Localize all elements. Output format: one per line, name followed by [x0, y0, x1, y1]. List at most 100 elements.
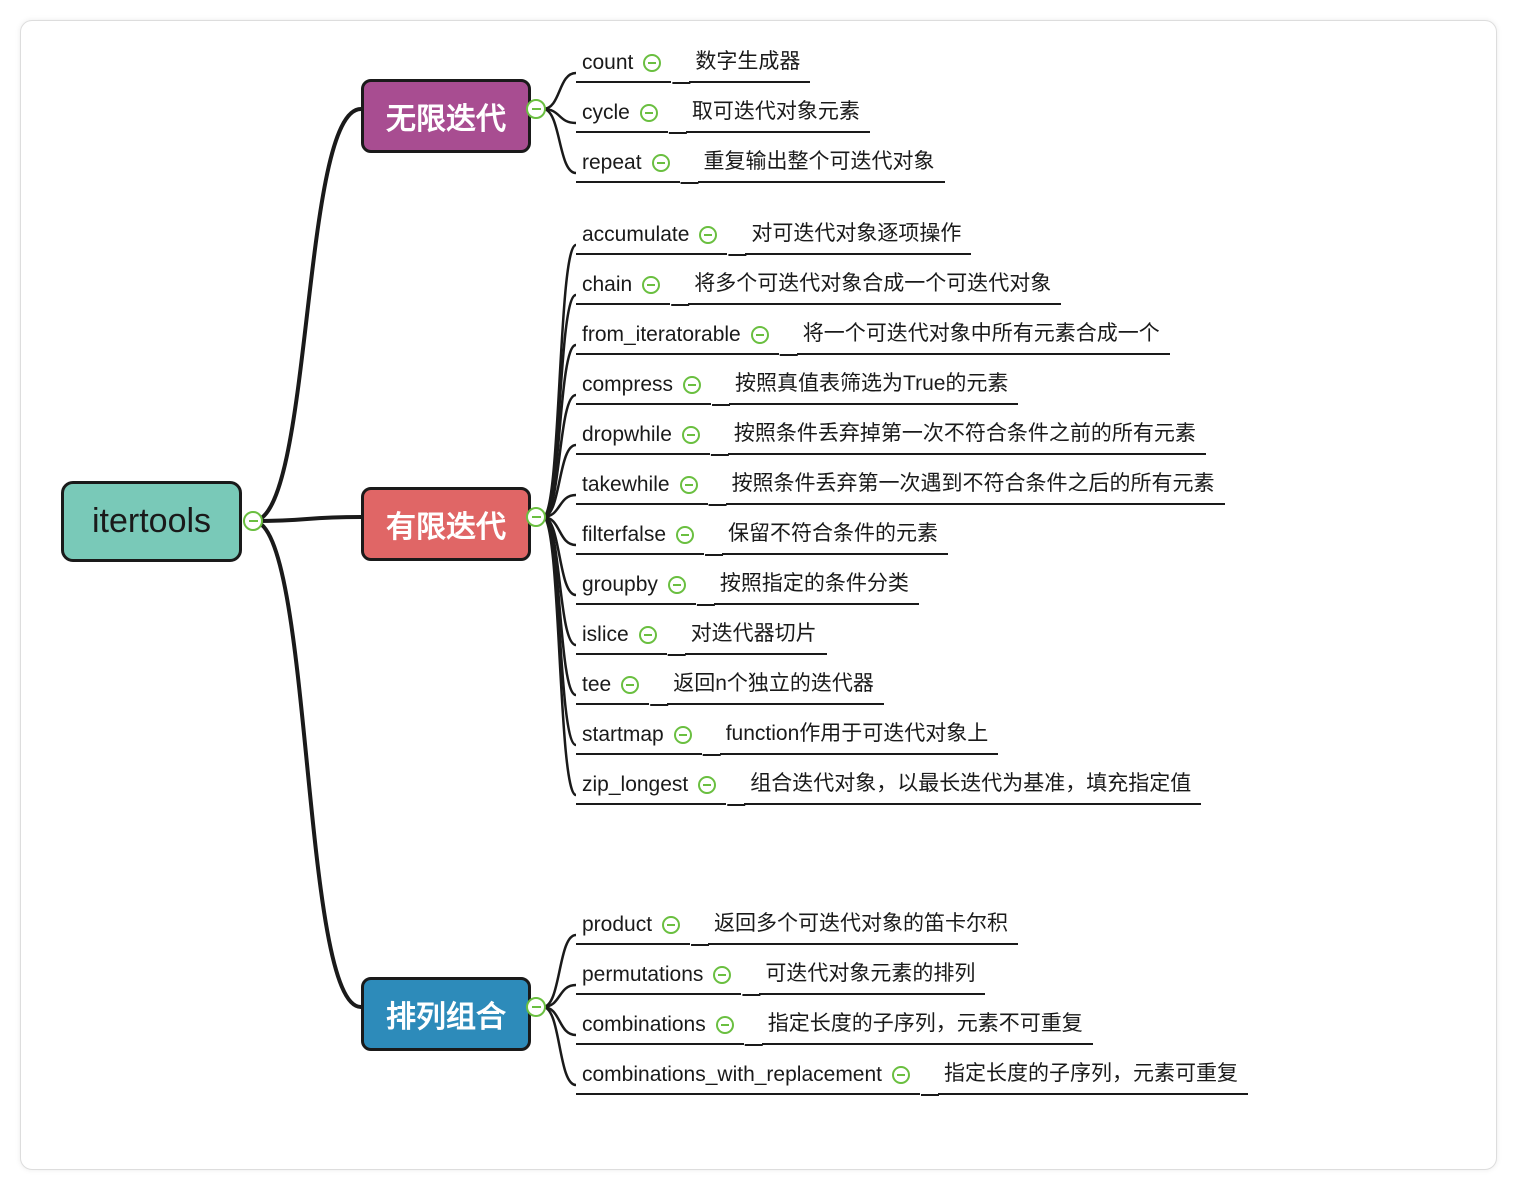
collapse-icon[interactable]: [698, 776, 716, 794]
collapse-icon[interactable]: [526, 507, 546, 527]
leaf-desc[interactable]: 按照真值表筛选为True的元素: [729, 361, 1018, 405]
leaf-desc[interactable]: 按照条件丢弃第一次遇到不符合条件之后的所有元素: [726, 461, 1225, 505]
leaf-name-label: product: [582, 913, 652, 937]
leaf-desc[interactable]: 取可迭代对象元素: [686, 89, 870, 133]
leaf-desc-label: 组合迭代对象，以最长迭代为基准，填充指定值: [750, 767, 1191, 797]
leaf-name[interactable]: zip_longest: [576, 767, 726, 805]
leaf-desc-label: 对可迭代对象逐项操作: [751, 217, 961, 247]
leaf-name-label: combinations: [582, 1013, 706, 1037]
collapse-icon[interactable]: [683, 376, 701, 394]
leaf-desc-label: 按照条件丢弃第一次遇到不符合条件之后的所有元素: [732, 467, 1215, 497]
collapse-icon[interactable]: [621, 676, 639, 694]
collapse-icon[interactable]: [713, 966, 731, 984]
leaf-name[interactable]: repeat: [576, 145, 680, 183]
collapse-icon[interactable]: [676, 526, 694, 544]
leaf-desc[interactable]: 保留不符合条件的元素: [722, 511, 948, 555]
collapse-icon[interactable]: [682, 426, 700, 444]
leaf-name-label: groupby: [582, 573, 658, 597]
leaf-desc-label: 取可迭代对象元素: [692, 95, 860, 125]
leaf-name[interactable]: islice: [576, 617, 667, 655]
leaf-desc[interactable]: 数字生成器: [689, 39, 810, 83]
leaf-desc[interactable]: 按照指定的条件分类: [714, 561, 919, 605]
collapse-icon[interactable]: [640, 104, 658, 122]
collapse-icon[interactable]: [699, 226, 717, 244]
leaf-name[interactable]: dropwhile: [576, 417, 710, 455]
leaf-desc-label: function作用于可迭代对象上: [726, 717, 989, 747]
collapse-icon[interactable]: [680, 476, 698, 494]
leaf-name-label: chain: [582, 273, 632, 297]
leaf-name[interactable]: from_iteratorable: [576, 317, 779, 355]
leaf-row: dropwhile 按照条件丢弃掉第一次不符合条件之前的所有元素: [576, 411, 1206, 455]
leaf-desc[interactable]: 将多个可迭代对象合成一个可迭代对象: [688, 261, 1061, 305]
collapse-icon[interactable]: [716, 1016, 734, 1034]
leaf-desc-label: 按照指定的条件分类: [720, 567, 909, 597]
leaf-row: combinations_with_replacement 指定长度的子序列，元素…: [576, 1051, 1248, 1095]
leaf-name[interactable]: filterfalse: [576, 517, 704, 555]
leaf-desc[interactable]: 对迭代器切片: [685, 611, 827, 655]
leaf-name[interactable]: groupby: [576, 567, 696, 605]
leaf-desc-label: 将一个可迭代对象中所有元素合成一个: [803, 317, 1160, 347]
leaf-name[interactable]: chain: [576, 267, 670, 305]
leaf-desc[interactable]: 可迭代对象元素的排列: [759, 951, 985, 995]
root-node[interactable]: itertools: [61, 481, 242, 562]
leaf-name[interactable]: product: [576, 907, 690, 945]
leaf-name-label: cycle: [582, 101, 630, 125]
leaf-name[interactable]: accumulate: [576, 217, 727, 255]
collapse-icon[interactable]: [642, 276, 660, 294]
collapse-icon[interactable]: [639, 626, 657, 644]
leaf-row: compress 按照真值表筛选为True的元素: [576, 361, 1018, 405]
leaf-row: repeat 重复输出整个可迭代对象: [576, 139, 945, 183]
leaf-name-label: takewhile: [582, 473, 670, 497]
leaf-row: cycle 取可迭代对象元素: [576, 89, 870, 133]
leaf-name-label: zip_longest: [582, 773, 688, 797]
collapse-icon[interactable]: [652, 154, 670, 172]
leaf-desc[interactable]: 将一个可迭代对象中所有元素合成一个: [797, 311, 1170, 355]
leaf-name[interactable]: startmap: [576, 717, 702, 755]
branch-infinite[interactable]: 无限迭代: [361, 79, 531, 153]
leaf-row: zip_longest 组合迭代对象，以最长迭代为基准，填充指定值: [576, 761, 1201, 805]
leaf-row: from_iteratorable 将一个可迭代对象中所有元素合成一个: [576, 311, 1170, 355]
leaf-desc[interactable]: 对可迭代对象逐项操作: [745, 211, 971, 255]
leaf-row: filterfalse 保留不符合条件的元素: [576, 511, 948, 555]
leaf-desc-label: 按照真值表筛选为True的元素: [735, 367, 1008, 397]
collapse-icon[interactable]: [526, 997, 546, 1017]
collapse-icon[interactable]: [751, 326, 769, 344]
leaf-name[interactable]: cycle: [576, 95, 668, 133]
collapse-icon[interactable]: [674, 726, 692, 744]
leaf-desc-label: 保留不符合条件的元素: [728, 517, 938, 547]
leaf-name[interactable]: tee: [576, 667, 649, 705]
leaf-name[interactable]: combinations_with_replacement: [576, 1057, 920, 1095]
leaf-name-label: tee: [582, 673, 611, 697]
root-label: itertools: [61, 481, 242, 562]
leaf-desc[interactable]: 组合迭代对象，以最长迭代为基准，填充指定值: [744, 761, 1201, 805]
leaf-desc[interactable]: 重复输出整个可迭代对象: [698, 139, 945, 183]
leaf-name-label: startmap: [582, 723, 664, 747]
leaf-desc-label: 数字生成器: [695, 45, 800, 75]
leaf-desc-label: 指定长度的子序列，元素不可重复: [768, 1007, 1083, 1037]
leaf-name[interactable]: permutations: [576, 957, 741, 995]
leaf-name[interactable]: count: [576, 45, 671, 83]
collapse-icon[interactable]: [892, 1066, 910, 1084]
branch-finite-label: 有限迭代: [361, 487, 531, 561]
leaf-name[interactable]: combinations: [576, 1007, 744, 1045]
leaf-name-label: count: [582, 51, 633, 75]
leaf-desc[interactable]: 返回多个可迭代对象的笛卡尔积: [708, 901, 1018, 945]
leaf-row: combinations 指定长度的子序列，元素不可重复: [576, 1001, 1093, 1045]
leaf-name[interactable]: takewhile: [576, 467, 708, 505]
collapse-icon[interactable]: [526, 99, 546, 119]
leaf-name-label: from_iteratorable: [582, 323, 741, 347]
leaf-desc[interactable]: function作用于可迭代对象上: [720, 711, 999, 755]
leaf-desc[interactable]: 按照条件丢弃掉第一次不符合条件之前的所有元素: [728, 411, 1206, 455]
collapse-icon[interactable]: [668, 576, 686, 594]
leaf-desc[interactable]: 指定长度的子序列，元素不可重复: [762, 1001, 1093, 1045]
collapse-icon[interactable]: [643, 54, 661, 72]
leaf-desc[interactable]: 指定长度的子序列，元素可重复: [938, 1051, 1248, 1095]
collapse-icon[interactable]: [662, 916, 680, 934]
branch-finite[interactable]: 有限迭代: [361, 487, 531, 561]
leaf-desc[interactable]: 返回n个独立的迭代器: [667, 661, 884, 705]
leaf-name-label: dropwhile: [582, 423, 672, 447]
leaf-name[interactable]: compress: [576, 367, 711, 405]
branch-combo[interactable]: 排列组合: [361, 977, 531, 1051]
collapse-icon[interactable]: [243, 511, 263, 531]
leaf-row: chain 将多个可迭代对象合成一个可迭代对象: [576, 261, 1061, 305]
